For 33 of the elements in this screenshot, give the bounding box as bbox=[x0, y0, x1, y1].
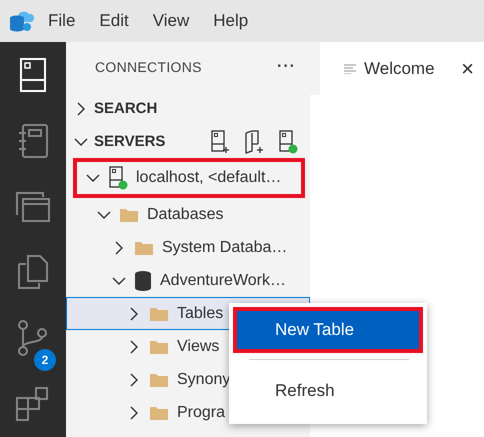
active-connection-icon[interactable] bbox=[278, 130, 298, 154]
new-group-icon[interactable] bbox=[244, 130, 264, 154]
server-icon[interactable] bbox=[108, 166, 128, 190]
notebook-icon[interactable] bbox=[18, 124, 48, 158]
document-icon bbox=[344, 64, 356, 74]
new-connection-icon[interactable] bbox=[210, 130, 230, 154]
database-icon bbox=[134, 270, 152, 292]
server-icon[interactable] bbox=[20, 58, 46, 92]
notification-badge: 2 bbox=[34, 349, 56, 372]
tree-item[interactable]: AdventureWork… bbox=[66, 264, 310, 297]
more-actions-button[interactable]: ··· bbox=[277, 58, 296, 76]
windows-icon[interactable] bbox=[16, 192, 50, 222]
tree-item[interactable]: Databases bbox=[66, 198, 310, 231]
menu-item[interactable]: Help bbox=[203, 11, 258, 31]
extensions-icon[interactable] bbox=[16, 387, 50, 422]
folder-icon bbox=[149, 372, 169, 388]
section-header[interactable]: SERVERS bbox=[94, 133, 166, 150]
source-control-icon[interactable] bbox=[17, 320, 49, 356]
copy-icon[interactable] bbox=[18, 255, 48, 290]
folder-icon bbox=[149, 404, 169, 420]
close-icon[interactable]: × bbox=[461, 56, 474, 82]
menu-item[interactable]: New Table bbox=[237, 311, 419, 349]
menu-item[interactable]: Edit bbox=[89, 11, 139, 31]
menu-item[interactable]: View bbox=[142, 11, 200, 31]
folder-icon bbox=[149, 338, 169, 354]
folder-icon bbox=[149, 306, 169, 322]
folder-icon bbox=[119, 206, 139, 222]
tree-item[interactable]: System Databa… bbox=[66, 231, 310, 264]
menu-item[interactable]: File bbox=[38, 11, 86, 31]
panel-title: CONNECTIONS bbox=[95, 59, 202, 75]
tree-item[interactable]: localhost, <default… bbox=[77, 162, 301, 194]
section-header[interactable]: SEARCH bbox=[94, 100, 158, 117]
folder-icon bbox=[134, 240, 154, 256]
